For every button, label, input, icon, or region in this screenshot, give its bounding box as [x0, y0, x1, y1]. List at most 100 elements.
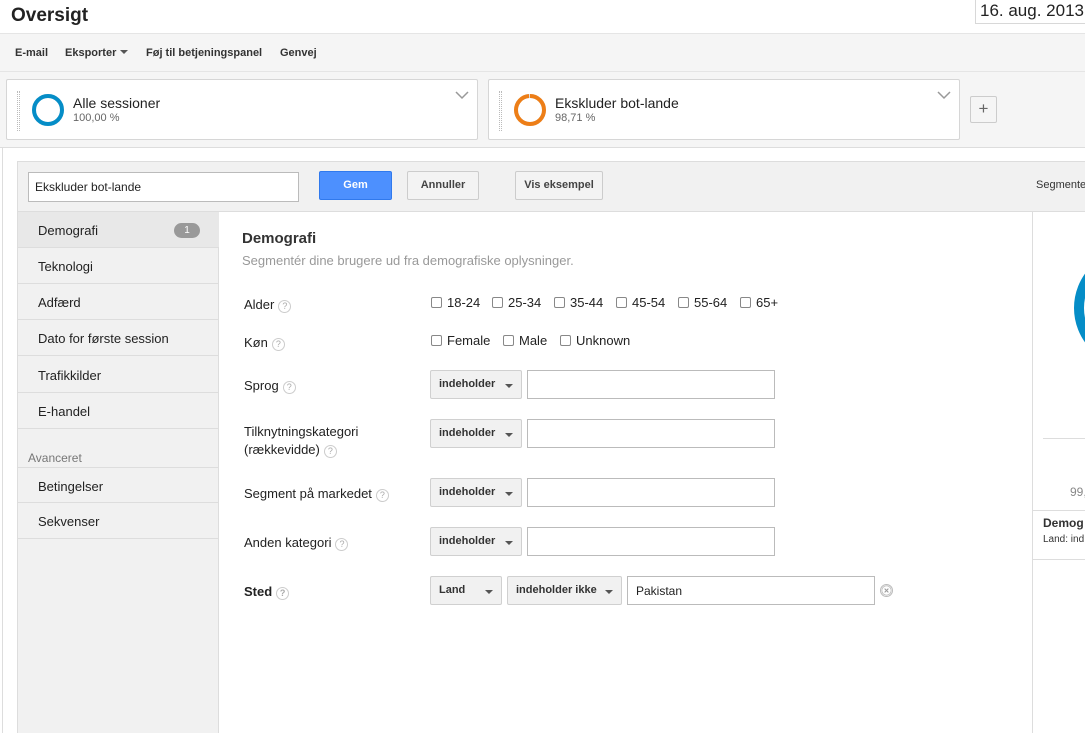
nav-item-demographics[interactable]: Demografi 1 [18, 211, 231, 249]
location-value-input[interactable] [627, 576, 875, 605]
export-label: Eksporter [65, 47, 117, 59]
affinity-value-input[interactable] [527, 419, 775, 448]
checkbox-label: 65+ [756, 295, 779, 310]
shortcut-button[interactable]: Genvej [280, 47, 317, 59]
checkbox-icon [431, 297, 442, 308]
checkbox-icon [616, 297, 627, 308]
help-icon[interactable]: ? [323, 445, 337, 458]
section-subtitle: Segmentér dine brugere ud fra demografis… [242, 253, 574, 268]
location-operator-select[interactable]: indeholder ikke [507, 576, 622, 605]
nav-item-technology[interactable]: Teknologi [18, 248, 219, 284]
nav-item-conditions[interactable]: Betingelser [18, 467, 219, 503]
chevron-down-icon [505, 492, 513, 496]
nav-item-ecommerce[interactable]: E-handel [18, 393, 219, 429]
age-checkbox-55-64[interactable]: 55-64 [678, 295, 727, 310]
email-button[interactable]: E-mail [15, 47, 48, 59]
other-category-label: Anden kategori? [244, 534, 349, 552]
segment-category-nav: Demografi 1 Teknologi Adfærd Dato for fø… [17, 211, 231, 733]
header: Oversigt 16. aug. 2013 [0, 0, 1085, 34]
segment-ring-icon [514, 94, 546, 126]
analytics-page: Oversigt 16. aug. 2013 E-mail Eksporter … [0, 0, 1085, 733]
gender-checkbox-female[interactable]: Female [431, 333, 490, 348]
drag-handle-icon[interactable] [17, 91, 20, 131]
segment-card-all-sessions[interactable]: Alle sessioner 100,00 % [6, 79, 478, 140]
summary-conditions: Demog Land: ind [1033, 510, 1085, 560]
chevron-down-icon [505, 433, 513, 437]
in-market-operator-select[interactable]: indeholder [430, 478, 522, 507]
checkbox-icon [678, 297, 689, 308]
segment-name: Alle sessioner [73, 95, 161, 111]
location-label: Sted? [244, 583, 290, 601]
age-checkbox-18-24[interactable]: 18-24 [431, 295, 480, 310]
add-segment-button[interactable]: + [970, 96, 997, 123]
chevron-down-icon[interactable] [455, 88, 469, 102]
location-dimension-select[interactable]: Land [430, 576, 502, 605]
gender-checkbox-unknown[interactable]: Unknown [560, 333, 630, 348]
age-checkbox-45-54[interactable]: 45-54 [616, 295, 665, 310]
help-icon[interactable]: ? [335, 538, 349, 551]
date-range-picker[interactable]: 16. aug. 2013 [975, 0, 1085, 24]
segment-bar: Alle sessioner 100,00 % Ekskluder bot-la… [0, 72, 1085, 148]
chevron-down-icon[interactable] [937, 88, 951, 102]
nav-item-sequences[interactable]: Sekvenser [18, 503, 219, 539]
other-category-label-text: Anden kategori [244, 535, 332, 550]
segment-percent: 98,71 % [555, 112, 596, 124]
language-label: Sprog? [244, 377, 296, 395]
nav-item-first-session-date[interactable]: Dato for første session [18, 320, 219, 356]
in-market-value-input[interactable] [527, 478, 775, 507]
preview-button[interactable]: Vis eksempel [515, 171, 603, 200]
language-value-input[interactable] [527, 370, 775, 399]
help-icon[interactable]: ? [278, 300, 292, 313]
select-value: indeholder ikke [516, 584, 597, 596]
cancel-button[interactable]: Annuller [407, 171, 479, 200]
export-button[interactable]: Eksporter [65, 47, 129, 59]
chevron-down-icon [505, 384, 513, 388]
select-value: indeholder [439, 427, 496, 439]
age-label: Alder? [244, 296, 292, 314]
save-button[interactable]: Gem [319, 171, 392, 200]
segment-ring-icon [32, 94, 64, 126]
checkbox-label: 45-54 [632, 295, 666, 310]
report-toolbar: E-mail Eksporter Føj til betjeningspanel… [0, 34, 1085, 72]
demographics-form: Demografi Segmentér dine brugere ud fra … [220, 212, 1032, 733]
help-icon[interactable]: ? [271, 338, 285, 351]
checkbox-label: Male [519, 333, 548, 348]
nav-item-behavior[interactable]: Adfærd [18, 284, 219, 320]
other-category-operator-select[interactable]: indeholder [430, 527, 522, 556]
checkbox-label: 18-24 [447, 295, 481, 310]
drag-handle-icon[interactable] [499, 91, 502, 131]
add-to-dashboard-button[interactable]: Føj til betjeningspanel [146, 47, 262, 59]
help-icon[interactable]: ? [375, 489, 389, 502]
in-market-label: Segment på markedet? [244, 485, 389, 503]
other-category-value-input[interactable] [527, 527, 775, 556]
checkbox-icon [431, 335, 442, 346]
condition-count-badge: 1 [174, 223, 200, 238]
age-checkbox-35-44[interactable]: 35-44 [554, 295, 603, 310]
checkbox-icon [492, 297, 503, 308]
clear-icon[interactable] [880, 584, 893, 597]
affinity-label: Tilknytningskategori (rækkevidde)? [244, 423, 358, 459]
language-operator-select[interactable]: indeholder [430, 370, 522, 399]
checkbox-label: Female [447, 333, 491, 348]
affinity-label-line2: (rækkevidde) [244, 442, 320, 457]
help-icon[interactable]: ? [276, 587, 290, 600]
checkbox-label: 35-44 [570, 295, 604, 310]
summary-ring-icon [1074, 273, 1085, 343]
segment-editor: Gem Annuller Vis eksempel Segmentet Demo… [2, 148, 1085, 733]
gender-checkbox-male[interactable]: Male [503, 333, 547, 348]
age-label-text: Alder [244, 297, 275, 312]
gender-label-text: Køn [244, 335, 268, 350]
summary-percent: 99, [1070, 485, 1085, 499]
segment-summary-panel: 99, Demog Land: ind [1032, 212, 1085, 733]
segment-card-exclude-bots[interactable]: Ekskluder bot-lande 98,71 % [488, 79, 960, 140]
age-checkbox-65-plus[interactable]: 65+ [740, 295, 778, 310]
nav-item-traffic-sources[interactable]: Trafikkilder [18, 357, 219, 393]
segment-name-input[interactable] [28, 172, 299, 202]
help-icon[interactable]: ? [282, 381, 296, 394]
summary-text: Land: ind [1043, 534, 1085, 545]
language-label-text: Sprog [244, 378, 279, 393]
affinity-label-line1: Tilknytningskategori [244, 424, 359, 439]
checkbox-label: Unknown [576, 333, 631, 348]
affinity-operator-select[interactable]: indeholder [430, 419, 522, 448]
age-checkbox-25-34[interactable]: 25-34 [492, 295, 541, 310]
